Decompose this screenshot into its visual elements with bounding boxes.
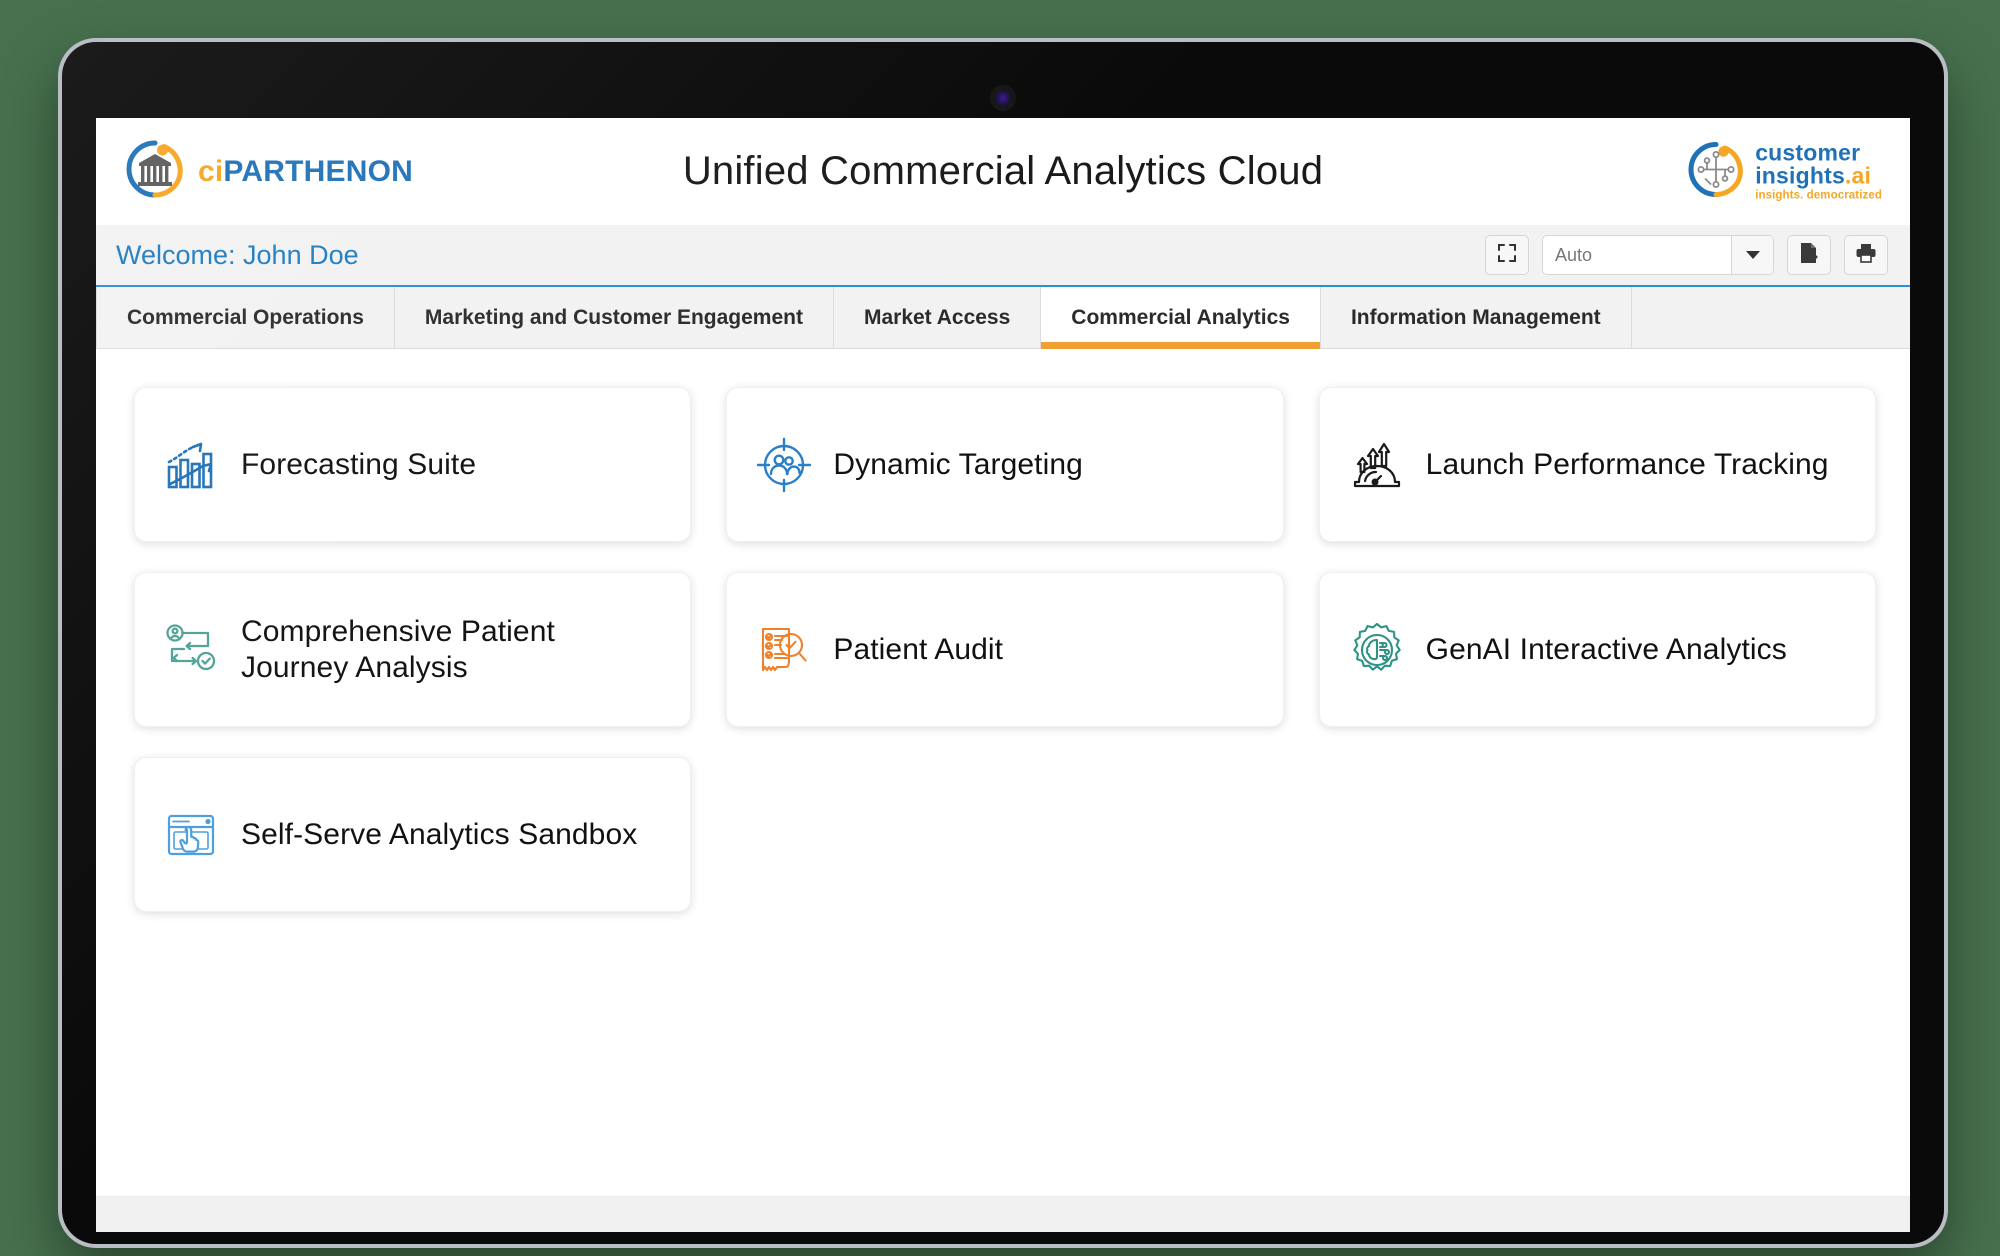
app-footer	[96, 1196, 1910, 1232]
card-label: Dynamic Targeting	[833, 447, 1083, 481]
tab-commercial-analytics[interactable]: Commercial Analytics	[1041, 287, 1321, 349]
module-card-grid: Forecasting Suite Dynamic Targeting Laun…	[134, 387, 1876, 912]
chevron-down-icon[interactable]	[1731, 236, 1773, 274]
ai-brain-gear-icon	[1346, 619, 1408, 681]
target-audience-icon	[753, 434, 815, 496]
launch-gauge-icon	[1346, 434, 1408, 496]
print-icon	[1855, 243, 1877, 268]
fullscreen-button[interactable]	[1485, 235, 1529, 275]
bar-chart-trend-icon	[161, 434, 223, 496]
welcome-message: Welcome: John Doe	[116, 239, 359, 270]
card-label: GenAI Interactive Analytics	[1425, 632, 1787, 666]
ci-line-2-main: insights	[1755, 162, 1845, 189]
zoom-select[interactable]: Auto	[1542, 235, 1774, 275]
ci-tagline: insights. democratized	[1755, 189, 1882, 202]
card-dynamic-targeting[interactable]: Dynamic Targeting	[726, 387, 1284, 542]
customer-insights-logo[interactable]: customer insights.ai insights. democrati…	[1687, 140, 1882, 203]
audit-checklist-magnifier-icon	[753, 619, 815, 681]
app-header: ciPARTHENON Unified Commercial Analytics…	[96, 118, 1910, 225]
ci-line-2-suffix: .ai	[1844, 162, 1872, 189]
ci-line-1: customer	[1755, 139, 1861, 166]
main-tabs: Commercial Operations Marketing and Cust…	[96, 287, 1910, 349]
front-camera-icon	[993, 88, 1013, 108]
card-label: Self-Serve Analytics Sandbox	[241, 817, 638, 851]
browser-click-icon	[161, 804, 223, 866]
network-nodes-circle-logo-icon	[1687, 140, 1745, 203]
card-launch-performance-tracking[interactable]: Launch Performance Tracking	[1318, 387, 1876, 542]
toolbar: Auto	[1485, 235, 1888, 275]
card-label: Comprehensive Patient Journey Analysis	[241, 615, 555, 684]
customer-insights-wordmark: customer insights.ai insights. democrati…	[1755, 141, 1882, 202]
ciparthenon-wordmark: ciPARTHENON	[198, 155, 413, 189]
ci-line-2: insights.ai	[1755, 164, 1882, 187]
card-forecasting-suite[interactable]: Forecasting Suite	[134, 387, 692, 542]
fullscreen-icon	[1497, 243, 1517, 268]
zoom-select-value: Auto	[1555, 244, 1593, 265]
welcome-bar: Welcome: John Doe Auto	[96, 225, 1910, 287]
tab-information-management[interactable]: Information Management	[1321, 287, 1632, 348]
export-file-icon	[1799, 242, 1819, 269]
card-label: Launch Performance Tracking	[1425, 447, 1829, 481]
card-self-serve-analytics-sandbox[interactable]: Self-Serve Analytics Sandbox	[134, 757, 692, 912]
app-content: Forecasting Suite Dynamic Targeting Laun…	[96, 349, 1910, 1196]
tablet-device-frame: ciPARTHENON Unified Commercial Analytics…	[62, 42, 1944, 1244]
card-genai-interactive-analytics[interactable]: GenAI Interactive Analytics	[1318, 572, 1876, 727]
patient-journey-flow-icon	[161, 619, 223, 681]
card-label: Patient Audit	[833, 632, 1004, 666]
card-label: Forecasting Suite	[241, 447, 477, 481]
ciparthenon-prefix: ci	[198, 154, 224, 188]
print-button[interactable]	[1844, 235, 1888, 275]
tab-market-access[interactable]: Market Access	[834, 287, 1042, 348]
ciparthenon-name: PARTHENON	[223, 154, 414, 188]
tab-marketing-and-customer-engagement[interactable]: Marketing and Customer Engagement	[395, 287, 834, 348]
card-comprehensive-patient-journey-analysis[interactable]: Comprehensive Patient Journey Analysis	[134, 572, 692, 727]
ciparthenon-logo[interactable]: ciPARTHENON	[124, 138, 413, 205]
card-patient-audit[interactable]: Patient Audit	[726, 572, 1284, 727]
app-screen: ciPARTHENON Unified Commercial Analytics…	[96, 118, 1910, 1232]
export-button[interactable]	[1787, 235, 1831, 275]
tab-commercial-operations[interactable]: Commercial Operations	[96, 287, 395, 348]
greek-temple-circle-logo-icon	[124, 138, 186, 205]
